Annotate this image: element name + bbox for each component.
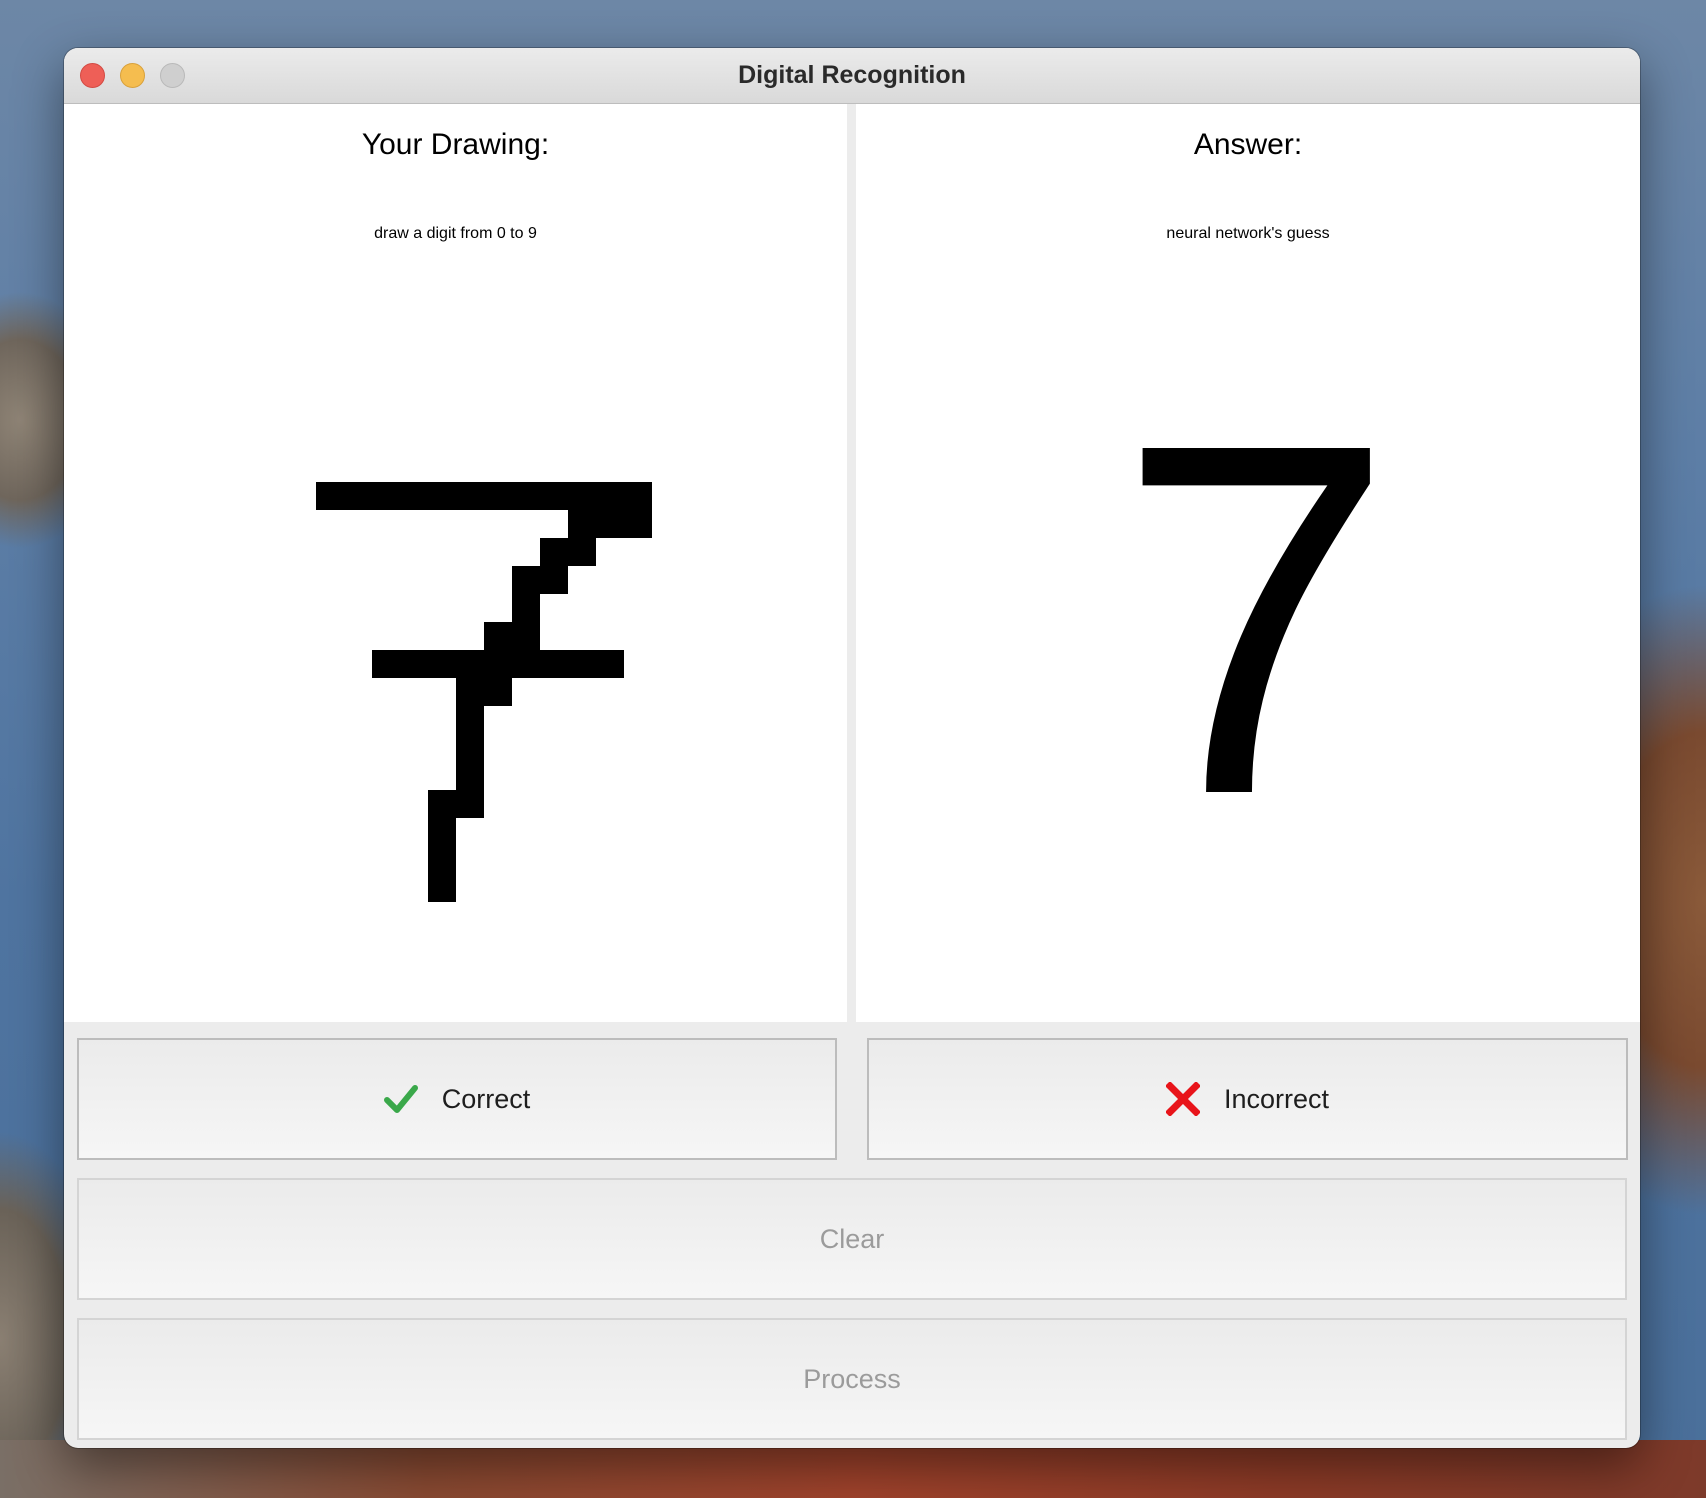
clear-button-label: Clear	[819, 1223, 885, 1254]
clear-button[interactable]: Clear	[77, 1178, 1627, 1300]
drawing-panel: Your Drawing: draw a digit from 0 to 9	[64, 104, 847, 1022]
drawing-stroke	[456, 678, 512, 706]
incorrect-button[interactable]: Incorrect	[867, 1038, 1628, 1160]
drawing-heading: Your Drawing:	[361, 128, 550, 161]
drawing-stroke	[512, 566, 568, 594]
app-window: Digital Recognition Your Drawing: draw a…	[64, 48, 1640, 1448]
correct-button[interactable]: Correct	[77, 1038, 837, 1160]
process-button-label: Process	[803, 1363, 901, 1394]
drawing-stroke	[456, 706, 484, 790]
drawing-stroke	[316, 482, 652, 510]
checkmark-icon	[383, 1082, 418, 1116]
predicted-digit: 7	[1116, 339, 1396, 898]
drawing-subheading: draw a digit from 0 to 9	[374, 225, 537, 242]
answer-heading: Answer:	[1193, 128, 1303, 161]
drawing-stroke	[484, 622, 540, 650]
drawing-stroke	[428, 790, 484, 818]
title-bar[interactable]: Digital Recognition	[64, 48, 1640, 104]
drawing-stroke	[428, 818, 456, 902]
window-title: Digital Recognition	[738, 61, 966, 89]
answer-panel: Answer: neural network's guess 7	[856, 104, 1640, 1022]
correct-button-label: Correct	[441, 1083, 531, 1114]
drawing-stroke	[372, 650, 624, 678]
process-button[interactable]: Process	[77, 1318, 1627, 1440]
x-mark-icon	[1165, 1081, 1201, 1117]
answer-subheading: neural network's guess	[1166, 225, 1330, 242]
desktop-foreground	[0, 1440, 1706, 1498]
drawing-stroke	[568, 510, 652, 538]
drawing-stroke	[540, 538, 596, 566]
drawing-canvas[interactable]	[316, 482, 656, 902]
incorrect-button-label: Incorrect	[1223, 1083, 1330, 1114]
drawing-stroke	[512, 594, 540, 622]
